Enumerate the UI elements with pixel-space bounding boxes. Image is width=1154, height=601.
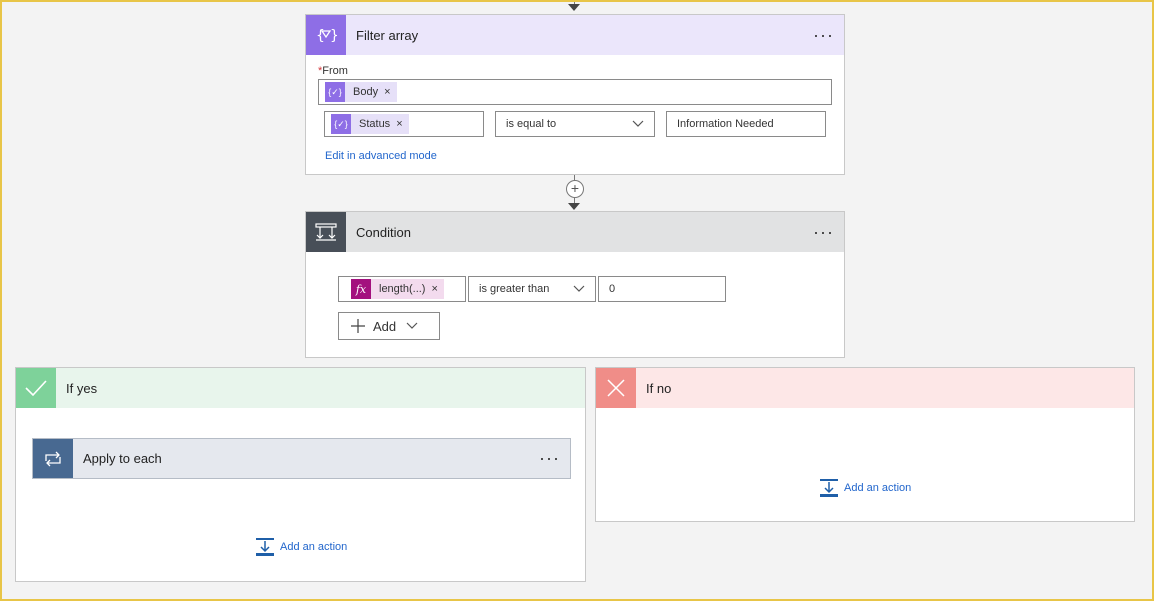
- close-icon: [596, 368, 636, 408]
- insert-step-button[interactable]: +: [566, 180, 584, 198]
- remove-status-token-button[interactable]: ×: [396, 118, 408, 130]
- if-no-branch: If no Add an action: [595, 367, 1135, 522]
- loop-icon: [33, 439, 73, 478]
- connector-arrow: [568, 203, 580, 210]
- filter-left-operand-input[interactable]: {✓} Status ×: [324, 111, 484, 137]
- filter-right-operand-input[interactable]: Information Needed: [666, 111, 826, 137]
- apply-to-each-header[interactable]: Apply to each ···: [33, 439, 570, 478]
- plus-icon: [351, 319, 365, 333]
- condition-card: Condition ··· fx length(...) × is greate…: [305, 211, 845, 358]
- apply-to-each-title: Apply to each: [83, 451, 162, 466]
- if-yes-title: If yes: [66, 380, 98, 396]
- status-token-label: Status: [359, 118, 391, 130]
- apply-to-each-menu-button[interactable]: ···: [539, 439, 560, 478]
- chevron-down-icon: [406, 322, 418, 329]
- condition-header[interactable]: Condition ···: [306, 212, 844, 252]
- condition-right-operand-input[interactable]: 0: [598, 276, 726, 302]
- body-token-label: Body: [353, 86, 379, 98]
- from-label: *From: [318, 65, 348, 77]
- dynamic-content-icon: {✓}: [325, 82, 345, 102]
- remove-body-token-button[interactable]: ×: [384, 86, 396, 98]
- filter-operator-value: is equal to: [506, 118, 557, 130]
- dynamic-content-icon: {✓}: [331, 114, 351, 134]
- apply-to-each-card[interactable]: Apply to each ···: [32, 438, 571, 479]
- fx-icon: fx: [351, 279, 371, 299]
- add-condition-button[interactable]: Add: [338, 312, 440, 340]
- filter-right-operand-value: Information Needed: [677, 118, 774, 130]
- filter-array-header[interactable]: { } Filter array ···: [306, 15, 844, 55]
- condition-title: Condition: [356, 224, 411, 240]
- filter-operator-dropdown[interactable]: is equal to: [495, 111, 655, 137]
- if-no-header[interactable]: If no: [596, 368, 1134, 408]
- add-condition-label: Add: [373, 318, 397, 334]
- condition-operator-dropdown[interactable]: is greater than: [468, 276, 596, 302]
- edit-advanced-mode-link[interactable]: Edit in advanced mode: [325, 150, 437, 162]
- status-token[interactable]: {✓} Status ×: [331, 114, 409, 134]
- remove-length-token-button[interactable]: ×: [431, 283, 443, 295]
- from-input[interactable]: {✓} Body ×: [318, 79, 832, 105]
- add-action-icon: [256, 538, 274, 556]
- if-yes-add-action-button[interactable]: Add an action: [255, 537, 347, 557]
- if-no-title: If no: [646, 380, 672, 396]
- chevron-down-icon: [573, 285, 585, 292]
- condition-icon: [306, 212, 346, 252]
- condition-operator-value: is greater than: [479, 283, 550, 295]
- if-yes-add-action-label: Add an action: [280, 541, 348, 553]
- condition-menu-button[interactable]: ···: [813, 212, 834, 252]
- chevron-down-icon: [632, 120, 644, 127]
- top-arrow: [568, 4, 580, 11]
- from-label-text: From: [322, 65, 348, 77]
- add-action-icon: [820, 479, 838, 497]
- condition-right-operand-value: 0: [609, 283, 616, 295]
- if-yes-header[interactable]: If yes: [16, 368, 585, 408]
- filter-array-icon: { }: [306, 15, 346, 55]
- length-token[interactable]: fx length(...) ×: [351, 279, 444, 299]
- if-no-add-action-button[interactable]: Add an action: [819, 478, 911, 498]
- body-token[interactable]: {✓} Body ×: [325, 82, 397, 102]
- if-yes-branch: If yes Apply to each ··· Add an action: [15, 367, 586, 582]
- condition-left-operand-input[interactable]: fx length(...) ×: [338, 276, 466, 302]
- length-token-label: length(...): [379, 283, 426, 295]
- filter-array-card: { } Filter array ··· *From {✓} Body × {✓…: [305, 14, 845, 175]
- svg-text:}: }: [330, 28, 337, 44]
- check-icon: [16, 368, 56, 408]
- filter-array-title: Filter array: [356, 27, 419, 43]
- filter-array-menu-button[interactable]: ···: [813, 15, 834, 55]
- if-no-add-action-label: Add an action: [844, 482, 912, 494]
